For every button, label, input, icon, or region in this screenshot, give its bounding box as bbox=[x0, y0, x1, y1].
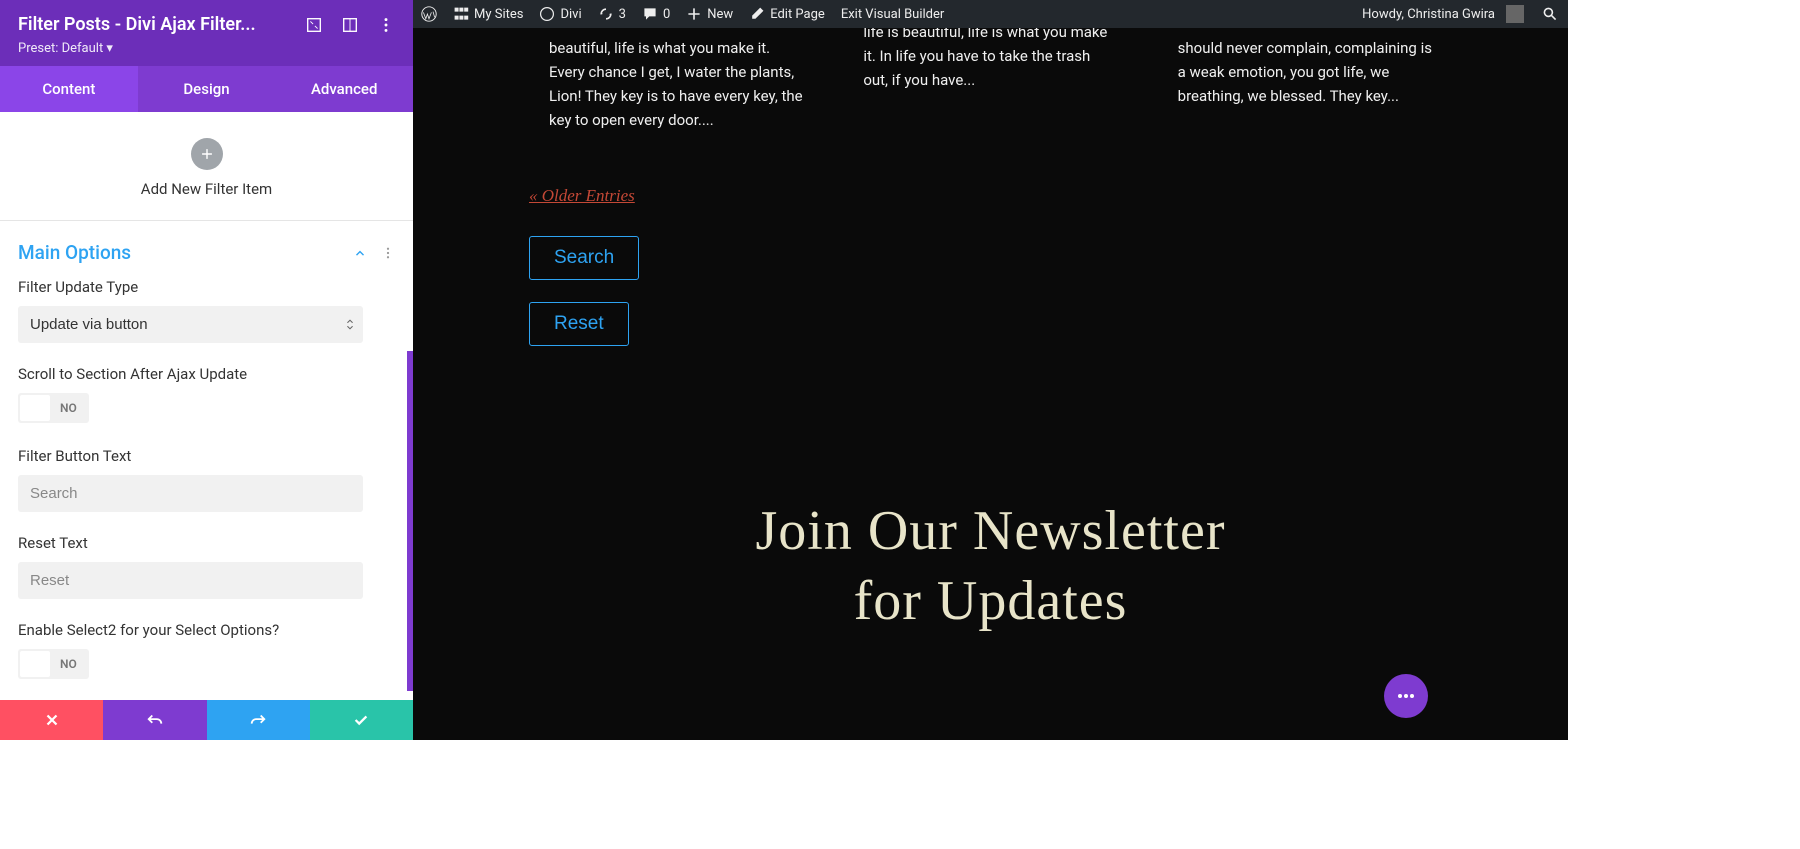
reset-text-input[interactable] bbox=[18, 562, 363, 599]
field-reset-text: Reset Text bbox=[18, 534, 395, 599]
filter-update-type-select[interactable]: Update via button bbox=[18, 306, 363, 343]
my-sites[interactable]: My Sites bbox=[445, 0, 531, 28]
add-label: Add New Filter Item bbox=[0, 180, 413, 198]
post-excerpt: should never complain, complaining is a … bbox=[1178, 36, 1432, 132]
undo-button[interactable] bbox=[103, 700, 206, 740]
howdy-user[interactable]: Howdy, Christina Gwira bbox=[1354, 0, 1532, 28]
tab-design[interactable]: Design bbox=[138, 66, 276, 112]
field-filter-button-text: Filter Button Text bbox=[18, 447, 395, 512]
updates-count: 3 bbox=[619, 7, 626, 22]
tabs: Content Design Advanced bbox=[0, 66, 413, 112]
avatar bbox=[1506, 5, 1524, 23]
add-filter-item[interactable]: Add New Filter Item bbox=[0, 112, 413, 220]
section-kebab-icon[interactable] bbox=[381, 246, 395, 260]
main-options-title: Main Options bbox=[18, 241, 131, 264]
newsletter-section: Join Our Newsletter for Updates bbox=[413, 496, 1568, 636]
panel-footer bbox=[0, 700, 413, 740]
exit-visual-builder[interactable]: Exit Visual Builder bbox=[833, 0, 952, 28]
reset-button[interactable]: Reset bbox=[529, 302, 629, 346]
tab-advanced[interactable]: Advanced bbox=[275, 66, 413, 112]
scroll-after-ajax-toggle[interactable]: NO bbox=[18, 393, 89, 423]
chevron-up-icon[interactable] bbox=[353, 246, 367, 260]
comments-count: 0 bbox=[663, 7, 670, 22]
older-entries-link[interactable]: « Older Entries bbox=[529, 186, 635, 206]
site-label: Divi bbox=[560, 7, 581, 22]
post-excerpt: beautiful, life is what you make it. Eve… bbox=[549, 36, 803, 132]
wp-admin-bar: My Sites Divi 3 0 New Edit Page Exit Vis… bbox=[413, 0, 1568, 28]
field-scroll-after-ajax: Scroll to Section After Ajax Update NO bbox=[18, 365, 395, 425]
filter-update-type-label: Filter Update Type bbox=[18, 278, 395, 296]
panel-title: Filter Posts - Divi Ajax Filter... bbox=[18, 14, 256, 35]
filter-buttons: Search Reset bbox=[529, 236, 1568, 346]
responsive-icon[interactable] bbox=[341, 16, 359, 34]
howdy-label: Howdy, Christina Gwira bbox=[1362, 7, 1495, 22]
updates[interactable]: 3 bbox=[590, 0, 634, 28]
main-options-header[interactable]: Main Options bbox=[18, 221, 395, 278]
preset-selector[interactable]: Preset: Default ▾ bbox=[18, 41, 395, 56]
edit-page-label: Edit Page bbox=[770, 7, 825, 22]
field-filter-update-type: Filter Update Type Update via button bbox=[18, 278, 395, 343]
kebab-icon[interactable] bbox=[377, 16, 395, 34]
page-preview: beautiful, life is what you make it. Eve… bbox=[413, 28, 1568, 740]
newsletter-title: Join Our Newsletter bbox=[413, 496, 1568, 566]
save-button[interactable] bbox=[310, 700, 413, 740]
exit-vb-label: Exit Visual Builder bbox=[841, 7, 944, 22]
panel-header: Filter Posts - Divi Ajax Filter... Prese… bbox=[0, 0, 413, 66]
edit-page[interactable]: Edit Page bbox=[741, 0, 833, 28]
filter-button-text-input[interactable] bbox=[18, 475, 363, 512]
new-content[interactable]: New bbox=[678, 0, 741, 28]
select-arrow-icon bbox=[345, 315, 355, 334]
field-enable-select2: Enable Select2 for your Select Options? … bbox=[18, 621, 395, 681]
add-button[interactable] bbox=[191, 138, 223, 170]
new-label: New bbox=[707, 7, 733, 22]
scroll-after-ajax-label: Scroll to Section After Ajax Update bbox=[18, 365, 395, 383]
post-excerpt: life is beautiful, life is what you make… bbox=[863, 28, 1117, 132]
expand-icon[interactable] bbox=[305, 16, 323, 34]
builder-fab[interactable] bbox=[1384, 674, 1428, 718]
posts-row: beautiful, life is what you make it. Eve… bbox=[413, 36, 1568, 132]
newsletter-subtitle: for Updates bbox=[413, 566, 1568, 636]
wp-logo[interactable] bbox=[413, 0, 445, 28]
redo-button[interactable] bbox=[207, 700, 310, 740]
enable-select2-label: Enable Select2 for your Select Options? bbox=[18, 621, 395, 639]
filter-button-text-label: Filter Button Text bbox=[18, 447, 395, 465]
reset-text-label: Reset Text bbox=[18, 534, 395, 552]
enable-select2-toggle[interactable]: NO bbox=[18, 649, 89, 679]
cancel-button[interactable] bbox=[0, 700, 103, 740]
admin-search[interactable] bbox=[1532, 0, 1568, 28]
site-name[interactable]: Divi bbox=[531, 0, 589, 28]
settings-panel: Filter Posts - Divi Ajax Filter... Prese… bbox=[0, 0, 413, 740]
tab-content[interactable]: Content bbox=[0, 66, 138, 112]
search-button[interactable]: Search bbox=[529, 236, 639, 280]
comments[interactable]: 0 bbox=[634, 0, 678, 28]
my-sites-label: My Sites bbox=[474, 7, 523, 22]
